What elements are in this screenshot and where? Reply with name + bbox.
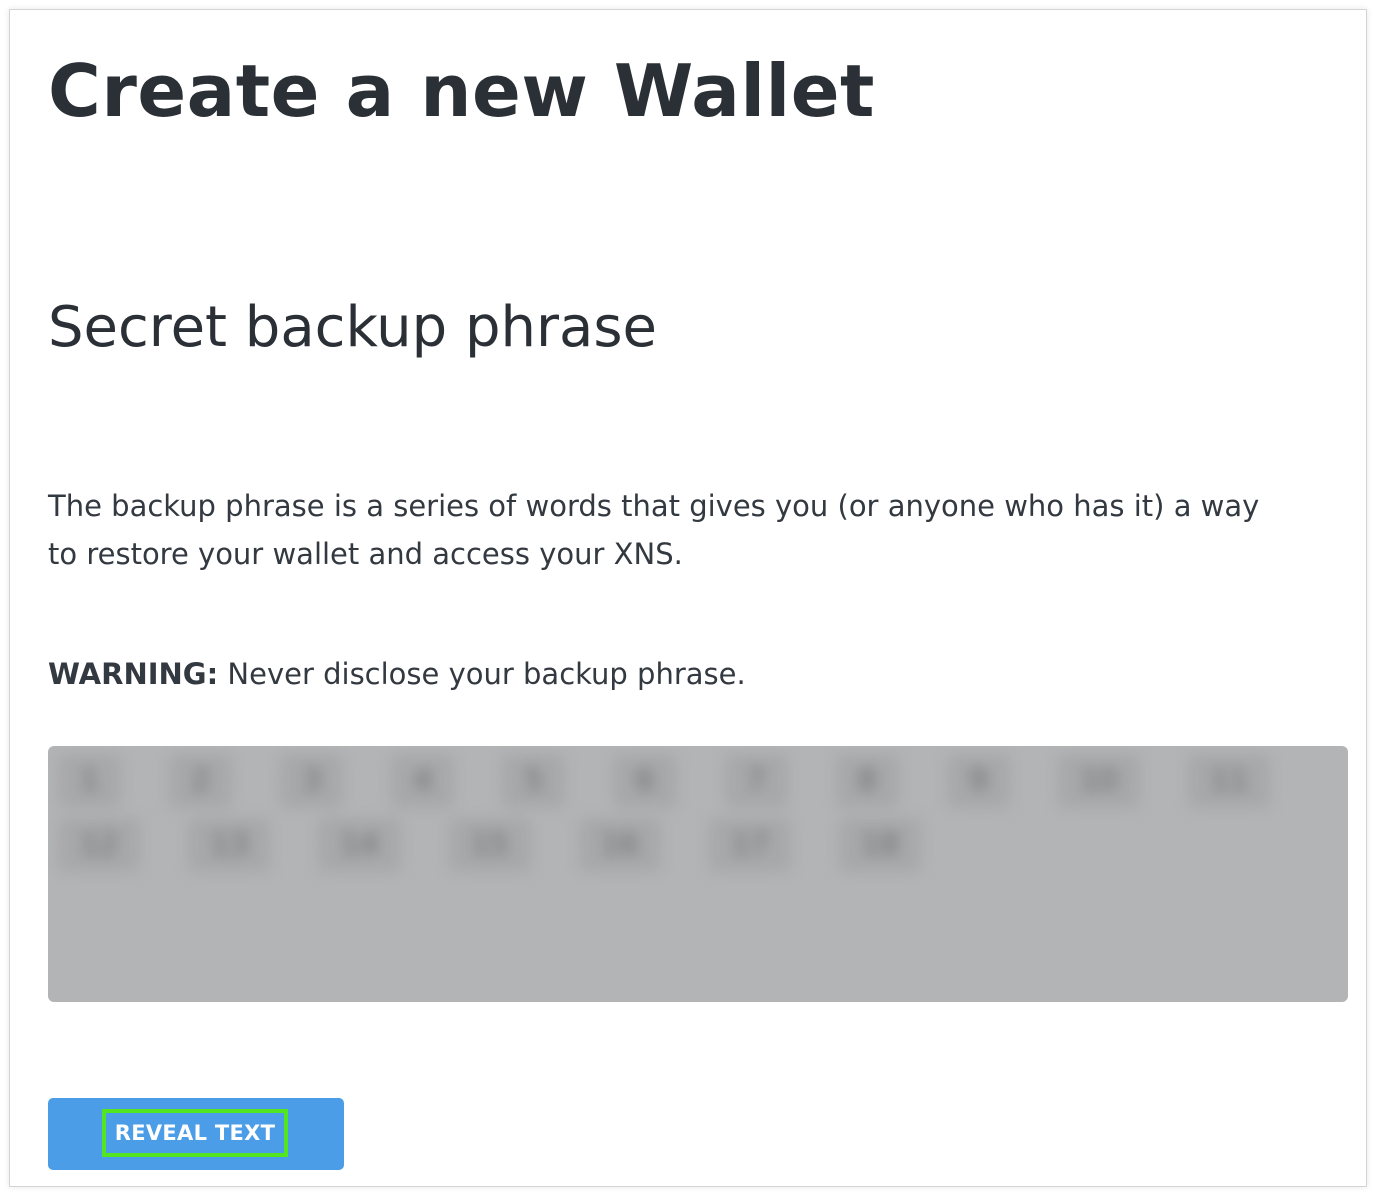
phrase-word-chip: 13	[188, 818, 271, 872]
phrase-word-chip: 18	[839, 818, 922, 872]
phrase-word-chip: 17	[708, 818, 792, 872]
phrase-word-chip: 7	[724, 754, 788, 808]
phrase-word-chip: 15	[448, 818, 531, 872]
warning-message: WARNING: Never disclose your backup phra…	[48, 650, 746, 698]
phrase-word-chip: 12	[58, 818, 141, 872]
backup-description: The backup phrase is a series of words t…	[48, 489, 1260, 571]
warning-text: Never disclose your backup phrase.	[218, 657, 746, 691]
phrase-word-chip: 5	[502, 754, 566, 808]
phrase-word-chip: 2	[169, 754, 233, 808]
section-title: Secret backup phrase	[48, 295, 657, 360]
page-title: Create a new Wallet	[48, 49, 875, 133]
phrase-word-chip: 6	[613, 754, 677, 808]
reveal-text-label: REVEAL TEXT	[102, 1109, 288, 1157]
phrase-word-chip: 4	[391, 754, 455, 808]
warning-label: WARNING:	[48, 657, 219, 691]
reveal-text-button[interactable]: REVEAL TEXT	[48, 1098, 344, 1170]
phrase-word-chip: 11	[1188, 754, 1271, 808]
backup-phrase-box: 1 2 3 4 5 6 7 8 9 10 11 12 13 14 15 16 17 18	[48, 746, 1348, 1002]
phrase-word-chip: 8	[835, 754, 899, 808]
phrase-word-chip: 14	[318, 818, 401, 872]
phrase-word-chip: 3	[280, 754, 344, 808]
phrase-word-chip: 9	[946, 754, 1010, 808]
phrase-word-chip: 1	[58, 754, 122, 808]
backup-phrase-words: 1 2 3 4 5 6 7 8 9 10 11 12 13 14 15 16 17 18	[58, 754, 1338, 872]
wallet-panel: Create a new Wallet Secret backup phrase…	[9, 9, 1367, 1187]
phrase-word-chip: 10	[1057, 754, 1141, 808]
phrase-word-chip: 16	[578, 818, 661, 872]
